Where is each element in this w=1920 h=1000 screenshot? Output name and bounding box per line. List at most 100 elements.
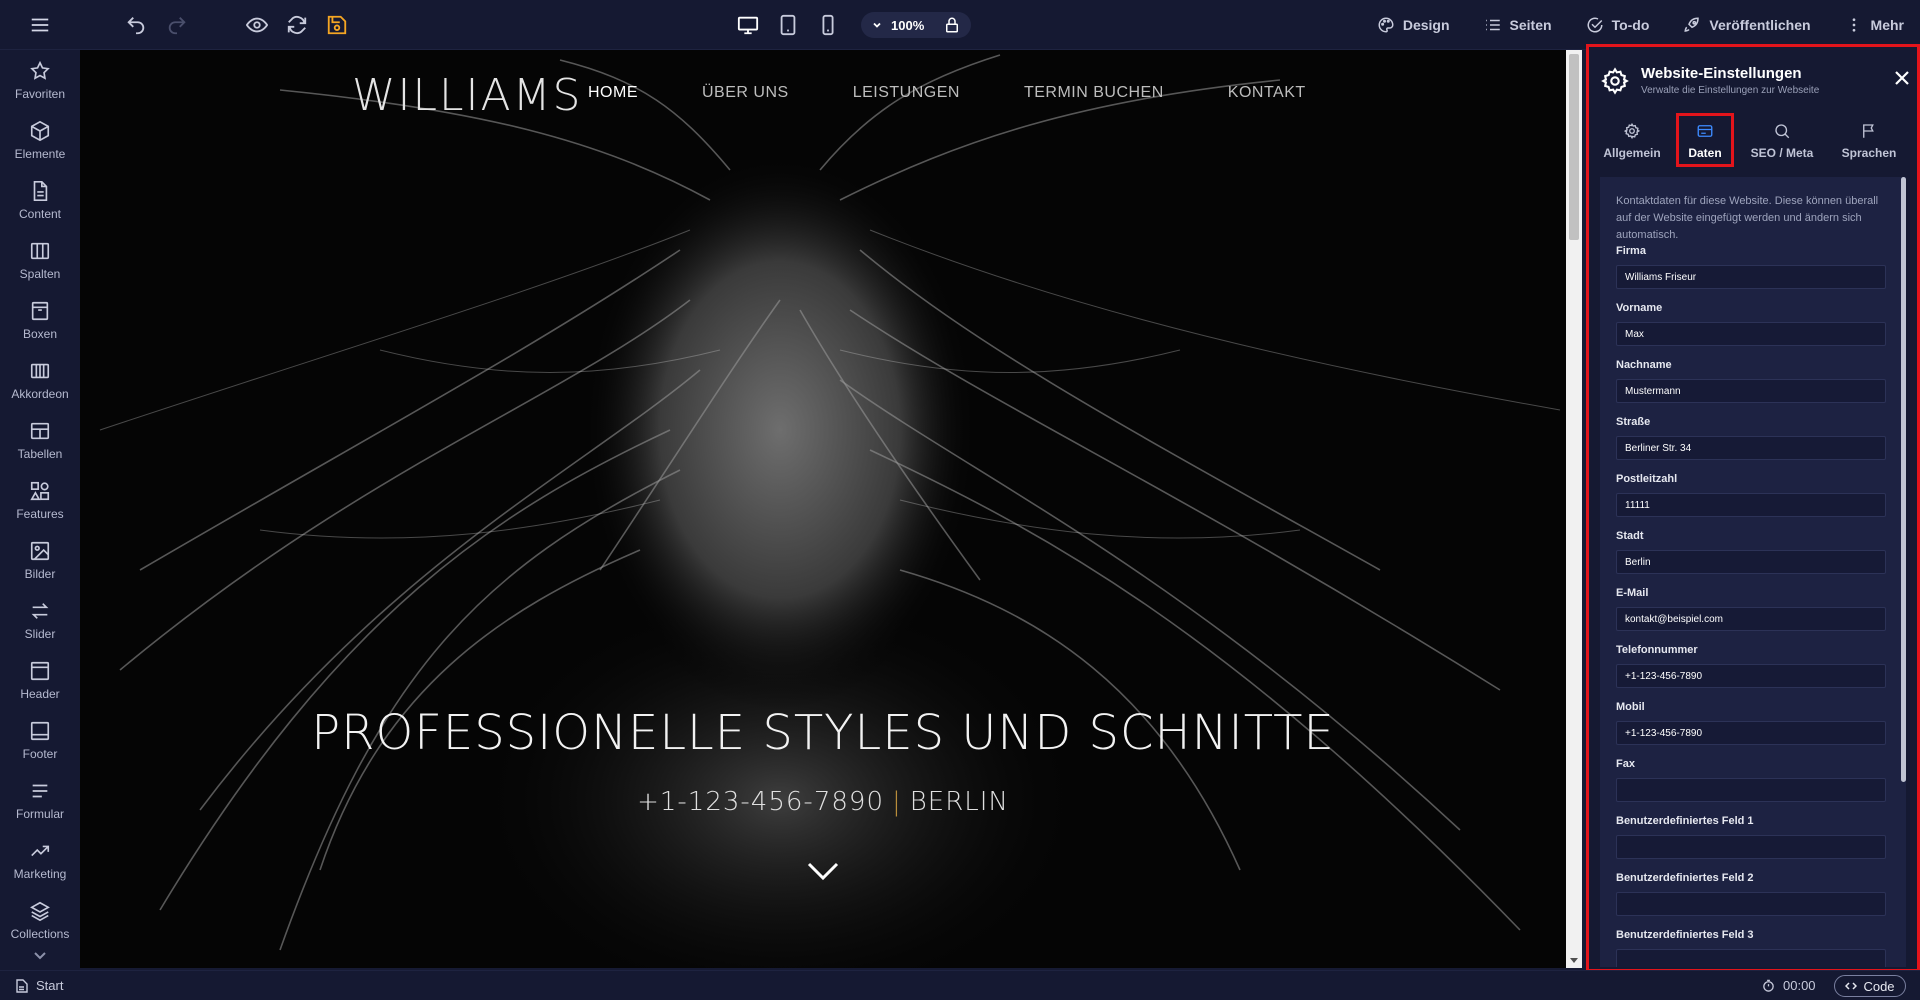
refresh-icon[interactable] (285, 13, 309, 37)
panel-scrollbar[interactable] (1901, 177, 1906, 782)
custom-field-1-input[interactable] (1616, 835, 1886, 859)
field-label: Mobil (1616, 701, 1645, 713)
list-icon (1485, 19, 1500, 31)
form-intro-text: Kontaktdaten für diese Website. Diese kö… (1616, 195, 1879, 241)
nav-home[interactable]: HOME (588, 84, 638, 102)
field-fax: Fax (1616, 758, 1886, 802)
close-icon[interactable] (1893, 69, 1911, 87)
gear-outline-icon (1623, 122, 1641, 140)
field-label: Nachname (1616, 359, 1672, 371)
sidebar-item-bilder[interactable]: Bilder (0, 530, 80, 590)
sidebar-item-elemente[interactable]: Elemente (0, 110, 80, 170)
mobile-view-icon[interactable] (816, 9, 840, 41)
sidebar-item-label: Spalten (19, 266, 61, 281)
field-vorname: Vorname (1616, 302, 1886, 346)
sidebar-item-label: Slider (24, 626, 56, 641)
panel-subtitle: Verwalte die Einstellungen zur Webseite (1641, 85, 1820, 96)
chevron-down-icon[interactable] (30, 946, 50, 966)
site-logo[interactable]: WILLIAMS (352, 70, 582, 121)
design-button[interactable]: Design (1377, 16, 1450, 34)
seiten-button[interactable]: Seiten (1484, 16, 1552, 34)
design-label: Design (1402, 17, 1450, 33)
strasse-input[interactable] (1616, 436, 1886, 460)
sidebar-item-collections[interactable]: Collections (0, 890, 80, 950)
code-label: Code (1863, 978, 1895, 994)
nav-kontakt[interactable]: KONTAKT (1228, 84, 1306, 102)
rocket-icon (1684, 17, 1700, 32)
sidebar-item-label: Marketing (13, 866, 67, 881)
lock-icon[interactable] (943, 16, 961, 34)
field-label: E-Mail (1616, 587, 1649, 599)
telefonnummer-input[interactable] (1616, 664, 1886, 688)
sidebar-item-favoriten[interactable]: Favoriten (0, 50, 80, 110)
document-icon (33, 180, 48, 201)
code-button[interactable]: Code (1834, 975, 1906, 997)
trend-icon (31, 845, 50, 856)
zoom-selector[interactable]: 100% (861, 12, 971, 38)
sidebar-item-slider[interactable]: Slider (0, 590, 80, 650)
mobil-input[interactable] (1616, 721, 1886, 745)
status-bar: Start 00:00 Code (0, 970, 1920, 1000)
undo-icon[interactable] (124, 13, 148, 37)
publish-button[interactable]: Veröffentlichen (1683, 16, 1811, 34)
sidebar-item-label: Boxen (22, 326, 58, 341)
website-settings-panel: Website-Einstellungen Verwalte die Einst… (1586, 44, 1920, 972)
sidebar-item-label: Footer (22, 746, 58, 761)
postleitzahl-input[interactable] (1616, 493, 1886, 517)
nav-leistungen[interactable]: LEISTUNGEN (853, 84, 960, 102)
scrollbar-thumb[interactable] (1569, 54, 1579, 240)
sidebar-item-header[interactable]: Header (0, 650, 80, 710)
sidebar-item-boxen[interactable]: Boxen (0, 290, 80, 350)
custom-field-3-input[interactable] (1616, 949, 1886, 967)
sidebar-item-formular[interactable]: Formular (0, 770, 80, 830)
form-icon (32, 784, 48, 797)
sidebar-item-label: Tabellen (17, 446, 63, 461)
preview-scrollbar[interactable] (1566, 50, 1582, 968)
header-icon (30, 661, 50, 680)
active-tab-highlight (1676, 113, 1734, 167)
nachname-input[interactable] (1616, 379, 1886, 403)
preview-eye-icon[interactable] (245, 13, 269, 37)
firma-input[interactable] (1616, 265, 1886, 289)
field-mobil: Mobil (1616, 701, 1886, 745)
hamburger-menu-icon[interactable] (28, 13, 52, 37)
sidebar-item-spalten[interactable]: Spalten (0, 230, 80, 290)
sidebar-item-akkordeon[interactable]: Akkordeon (0, 350, 80, 410)
sidebar-item-label: Bilder (24, 566, 56, 581)
image-icon (30, 541, 50, 560)
stadt-input[interactable] (1616, 550, 1886, 574)
sidebar-item-label: Elemente (14, 146, 66, 161)
timer-value: 00:00 (1783, 978, 1816, 993)
file-icon (16, 978, 28, 993)
redo-icon[interactable] (165, 13, 189, 37)
more-button[interactable]: Mehr (1845, 16, 1904, 34)
sidebar-item-tabellen[interactable]: Tabellen (0, 410, 80, 470)
sidebar-item-marketing[interactable]: Marketing (0, 830, 80, 890)
vorname-input[interactable] (1616, 322, 1886, 346)
scroll-down-arrow-icon[interactable] (1570, 956, 1578, 964)
tab-sprachen[interactable]: Sprachen (1829, 113, 1909, 169)
nav-termin-buchen[interactable]: TERMIN BUCHEN (1024, 84, 1164, 102)
field-strasse: Straße (1616, 416, 1886, 460)
tab-seo-meta[interactable]: SEO / Meta (1739, 113, 1825, 169)
field-label: Benutzerdefiniertes Feld 3 (1616, 929, 1754, 941)
custom-field-2-input[interactable] (1616, 892, 1886, 916)
sidebar-item-content[interactable]: Content (0, 170, 80, 230)
tab-allgemein[interactable]: Allgemein (1597, 113, 1667, 169)
save-icon[interactable] (325, 13, 349, 37)
scroll-down-chevron-icon[interactable] (806, 860, 840, 882)
email-input[interactable] (1616, 607, 1886, 631)
field-nachname: Nachname (1616, 359, 1886, 403)
start-page-link[interactable]: Start (16, 978, 63, 993)
table-icon (30, 422, 50, 439)
fax-input[interactable] (1616, 778, 1886, 802)
tablet-view-icon[interactable] (776, 9, 800, 41)
accordion-icon (30, 363, 50, 378)
cube-icon (30, 120, 50, 141)
sidebar-item-features[interactable]: Features (0, 470, 80, 530)
desktop-view-icon[interactable] (736, 9, 760, 41)
nav-ueber-uns[interactable]: ÜBER UNS (702, 84, 789, 102)
todo-button[interactable]: To-do (1586, 16, 1649, 34)
website-preview[interactable]: WILLIAMS HOME ÜBER UNS LEISTUNGEN TERMIN… (80, 50, 1566, 968)
sidebar-item-footer[interactable]: Footer (0, 710, 80, 770)
